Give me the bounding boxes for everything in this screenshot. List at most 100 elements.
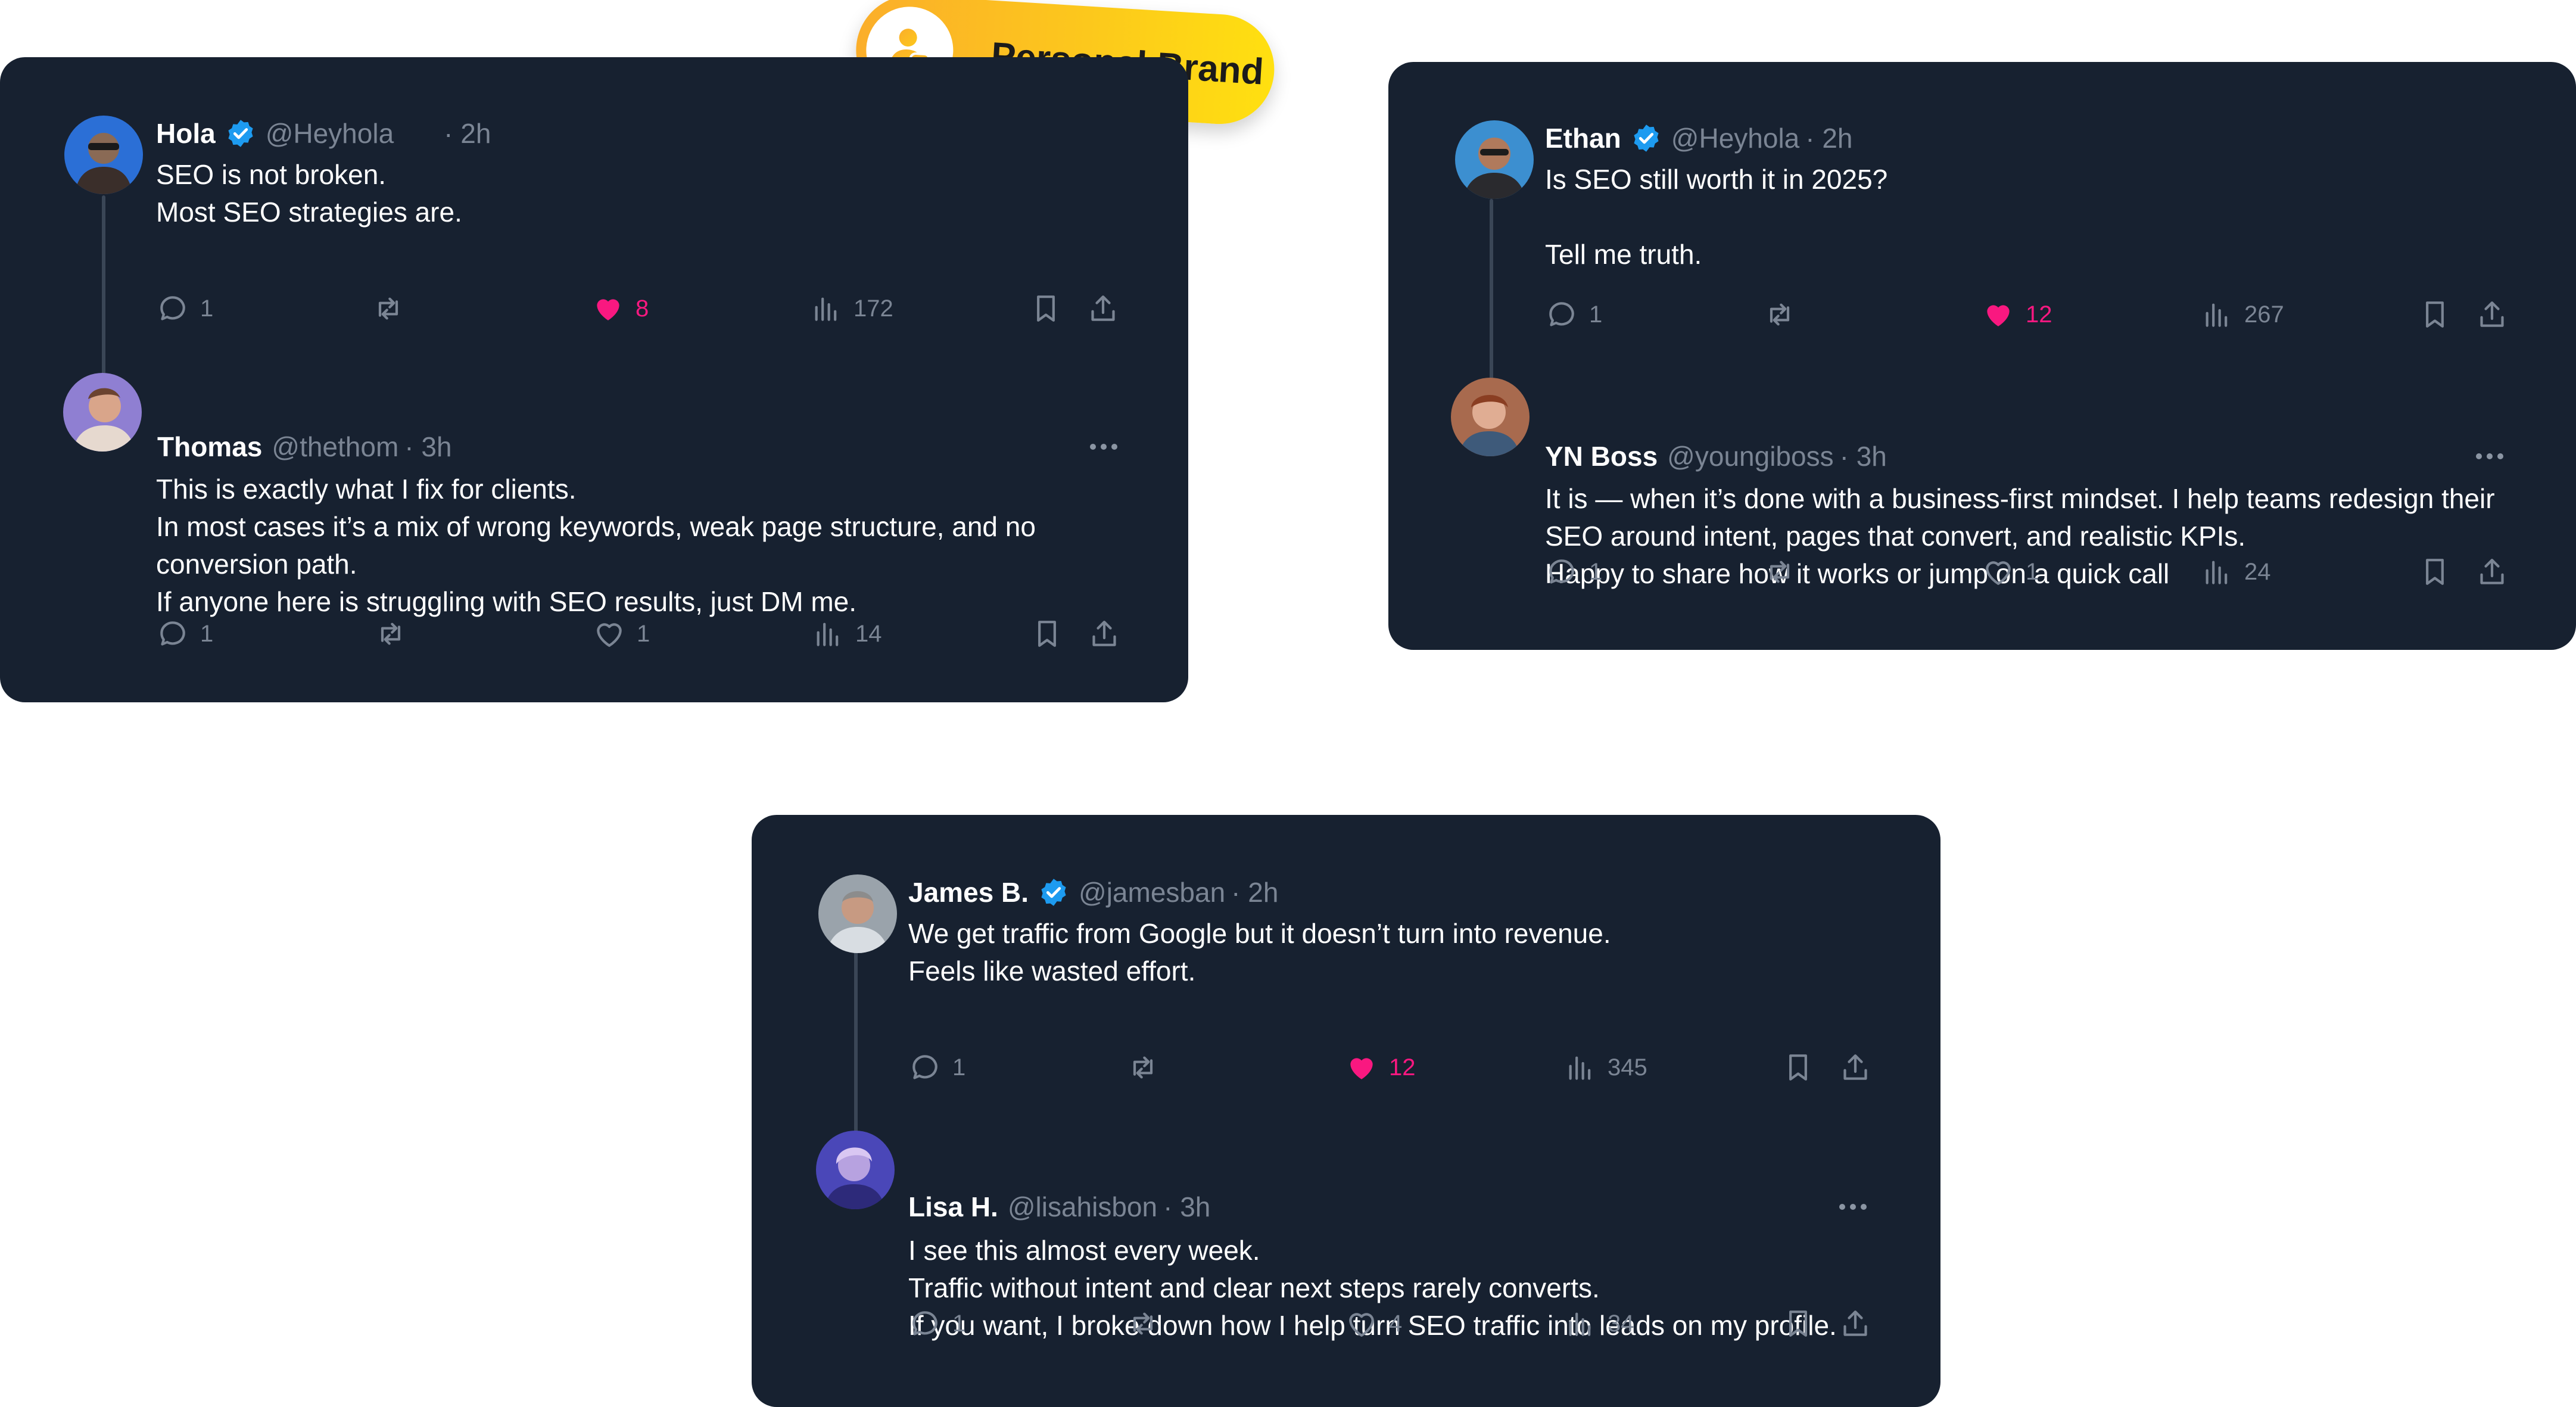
post-text-line: Tell me truth. — [1545, 239, 1702, 270]
author-handle[interactable]: @jamesban — [1079, 876, 1225, 909]
retweet-icon — [381, 622, 401, 645]
views-button[interactable]: 172 — [809, 291, 893, 326]
reply-time: · 3h — [404, 431, 452, 462]
more-options-icon[interactable] — [1839, 1190, 1867, 1224]
share-button[interactable] — [2475, 297, 2509, 332]
reply-count: 1 — [952, 1310, 966, 1337]
post-actions: 1 12 267 — [1545, 297, 2522, 332]
retweet-button[interactable] — [1763, 297, 1796, 332]
reply-actions: 1 4 34 — [908, 1306, 1885, 1341]
retweet-icon — [1133, 1312, 1153, 1335]
reply-button[interactable]: 1 — [1545, 297, 1602, 332]
author-name[interactable]: Ethan — [1545, 122, 1621, 155]
avatar[interactable] — [1451, 378, 1530, 456]
verified-badge-icon — [1041, 879, 1066, 906]
views-button[interactable]: 34 — [1563, 1306, 1634, 1341]
author-name[interactable]: James B. — [908, 876, 1029, 909]
like-count: 1 — [637, 620, 650, 647]
like-button[interactable]: 1 — [1982, 554, 2039, 590]
like-button[interactable]: 8 — [591, 291, 649, 326]
share-button[interactable] — [2475, 554, 2509, 590]
bookmark-button[interactable] — [1781, 1306, 1815, 1341]
avatar[interactable] — [63, 373, 142, 452]
reply-count: 1 — [1589, 558, 1603, 585]
views-chart-icon — [2206, 561, 2228, 584]
avatar[interactable] — [1455, 120, 1534, 199]
author-name[interactable]: Lisa H. — [908, 1190, 998, 1224]
avatar[interactable] — [818, 874, 897, 953]
avatar[interactable] — [816, 1131, 895, 1209]
like-button[interactable]: 12 — [1982, 297, 2052, 332]
views-chart-icon — [1569, 1312, 1591, 1336]
reply-button[interactable]: 1 — [908, 1306, 965, 1341]
reply-text-line: Traffic without intent and clear next st… — [908, 1272, 1600, 1303]
reply-button[interactable]: 1 — [156, 616, 213, 652]
heart-icon — [1986, 561, 2011, 585]
retweet-icon — [1770, 303, 1790, 326]
more-options-icon[interactable] — [1090, 430, 1117, 463]
bookmark-button[interactable] — [1029, 291, 1063, 326]
views-button[interactable]: 14 — [811, 616, 882, 652]
like-button[interactable]: 4 — [1345, 1306, 1402, 1341]
post-time: · 2h — [1805, 123, 1853, 154]
views-count: 24 — [2244, 558, 2271, 585]
reply-icon — [160, 621, 185, 646]
author-name[interactable]: YN Boss — [1545, 440, 1658, 473]
reply-button[interactable]: 1 — [156, 291, 213, 326]
like-button[interactable]: 12 — [1345, 1050, 1416, 1085]
reply-text-line: If anyone here is struggling with SEO re… — [156, 586, 857, 617]
bookmark-icon — [1037, 295, 1055, 322]
post-text: Is SEO still worth it in 2025? Tell me t… — [1545, 161, 1887, 273]
retweet-button[interactable] — [1126, 1050, 1160, 1085]
retweet-icon — [1133, 1056, 1153, 1079]
author-handle[interactable]: @lisahisbon — [1008, 1190, 1157, 1224]
views-button[interactable]: 24 — [2200, 554, 2271, 590]
views-button[interactable]: 345 — [1563, 1050, 1647, 1085]
views-button[interactable]: 267 — [2200, 297, 2284, 332]
post-actions: 1 8 172 — [156, 291, 1133, 326]
retweet-icon — [1770, 561, 1790, 583]
like-button[interactable]: 1 — [593, 616, 650, 652]
bookmark-button[interactable] — [2418, 297, 2452, 332]
post-time: · 2h — [1231, 877, 1279, 908]
author-handle[interactable]: @Heyhola — [266, 117, 394, 150]
avatar[interactable] — [64, 116, 143, 194]
share-button[interactable] — [1839, 1050, 1872, 1085]
bookmark-button[interactable] — [2418, 554, 2452, 590]
reply-icon — [1549, 302, 1574, 326]
heart-filled-icon — [1987, 305, 2010, 326]
post-text: SEO is not broken. Most SEO strategies a… — [156, 156, 462, 231]
views-count: 14 — [855, 620, 882, 647]
author-handle[interactable]: @thethom — [272, 430, 398, 463]
reply-button[interactable]: 1 — [908, 1050, 965, 1085]
retweet-button[interactable] — [372, 291, 405, 326]
author-handle[interactable]: @youngiboss — [1667, 440, 1833, 473]
reply-icon — [912, 1055, 937, 1079]
bookmark-button[interactable] — [1030, 616, 1064, 652]
post-text-line — [1545, 198, 1887, 236]
views-chart-icon — [2206, 303, 2228, 327]
retweet-button[interactable] — [1763, 554, 1796, 590]
reply-time: · 3h — [1163, 1191, 1211, 1222]
like-count: 12 — [1389, 1054, 1416, 1081]
author-name[interactable]: Hola — [156, 117, 216, 150]
share-button[interactable] — [1839, 1306, 1872, 1341]
bookmark-button[interactable] — [1781, 1050, 1815, 1085]
share-icon — [2480, 559, 2504, 584]
reply-icon — [1549, 559, 1574, 584]
share-icon — [1091, 295, 1115, 321]
author-handle[interactable]: @Heyhola — [1671, 122, 1799, 155]
share-button[interactable] — [1088, 616, 1121, 652]
heart-filled-icon — [1350, 1058, 1373, 1079]
bookmark-icon — [2426, 559, 2444, 585]
tweet-thread-card: James B. @jamesban · 2h We get traffic f… — [752, 815, 1940, 1407]
share-button[interactable] — [1086, 291, 1120, 326]
verified-badge-icon — [228, 120, 253, 147]
retweet-button[interactable] — [1126, 1306, 1160, 1341]
author-name[interactable]: Thomas — [157, 430, 262, 463]
retweet-button[interactable] — [374, 616, 407, 652]
more-options-icon[interactable] — [2476, 440, 2503, 473]
reply-actions: 1 1 14 — [156, 616, 1133, 652]
bookmark-icon — [2426, 301, 2444, 328]
reply-button[interactable]: 1 — [1545, 554, 1602, 590]
